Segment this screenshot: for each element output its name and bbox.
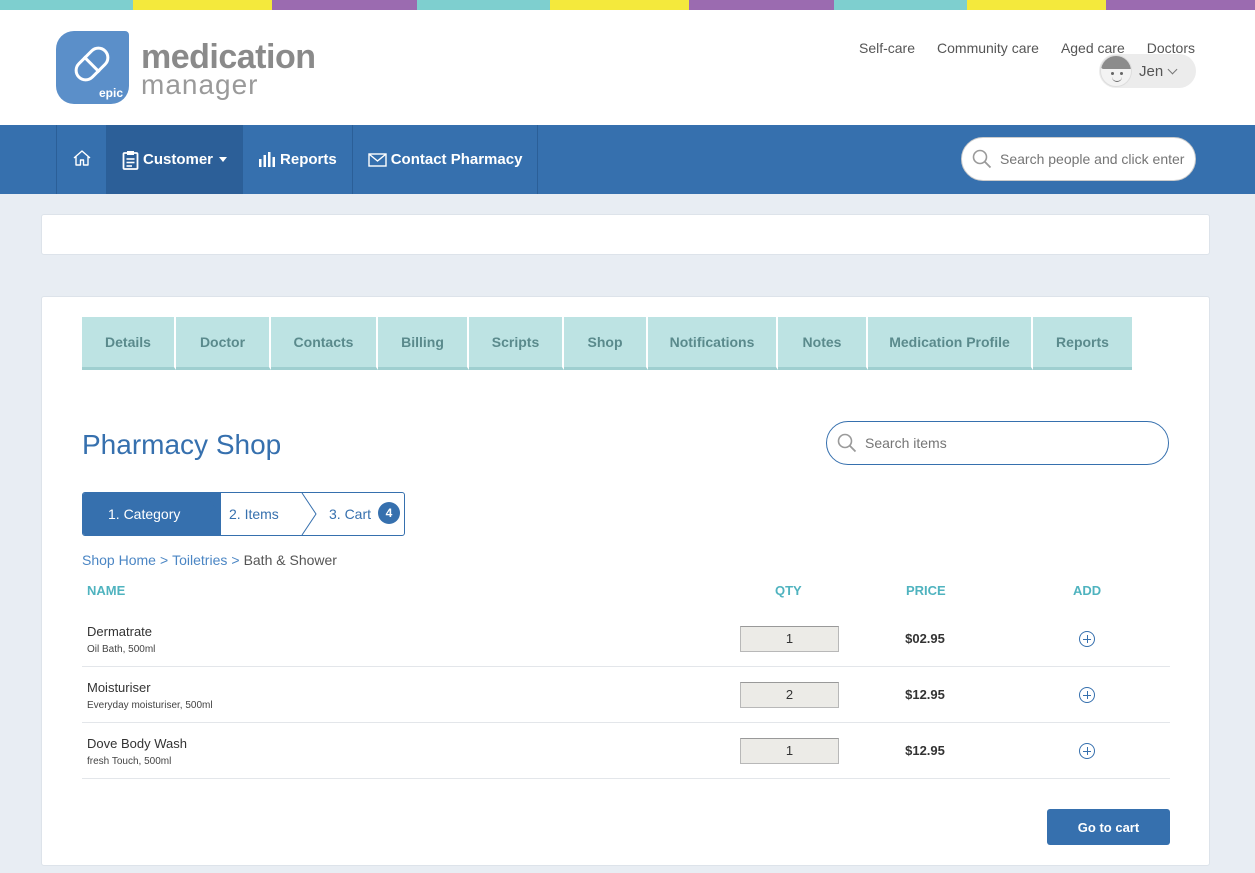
column-header-add: ADD	[1073, 583, 1102, 598]
quantity-field[interactable]: 2	[740, 682, 839, 708]
info-panel	[41, 214, 1210, 255]
add-plus-icon[interactable]	[1079, 743, 1095, 759]
shop-steps: 1. Category 2. Items 3. Cart 4	[82, 492, 405, 536]
color-stripe	[0, 0, 1255, 10]
tab-shop[interactable]: Shop	[564, 317, 648, 370]
item-price: $02.95	[905, 631, 945, 646]
table-row: Dermatrate Oil Bath, 500ml 1 $02.95	[82, 611, 1170, 667]
nav-contact-pharmacy[interactable]: Contact Pharmacy	[351, 125, 539, 194]
item-name: Dove Body Wash	[87, 736, 187, 751]
nav-customer[interactable]: Customer	[106, 125, 243, 194]
quantity-field[interactable]: 1	[740, 738, 839, 764]
go-to-cart-button[interactable]: Go to cart	[1047, 809, 1170, 845]
nav-reports[interactable]: Reports	[242, 125, 352, 194]
search-icon	[972, 149, 992, 169]
breadcrumb-shop-home[interactable]: Shop Home	[82, 552, 156, 568]
top-link-community-care[interactable]: Community care	[937, 40, 1039, 56]
breadcrumb-toiletries[interactable]: Toiletries	[172, 552, 227, 568]
tab-doctor[interactable]: Doctor	[176, 317, 271, 370]
item-description: fresh Touch, 500ml	[87, 756, 172, 767]
breadcrumb-current: Bath & Shower	[243, 552, 337, 568]
tab-billing[interactable]: Billing	[378, 317, 469, 370]
logo[interactable]: epic medication manager	[56, 31, 316, 106]
step-cart[interactable]: 3. Cart	[329, 493, 371, 535]
step-category[interactable]: 1. Category	[83, 493, 221, 535]
tab-medication-profile[interactable]: Medication Profile	[868, 317, 1033, 370]
tab-details[interactable]: Details	[82, 317, 176, 370]
caret-down-icon	[219, 157, 228, 162]
item-name: Dermatrate	[87, 624, 153, 639]
nav-customer-label: Customer	[143, 151, 214, 168]
header: epic medication manager Self-care Commun…	[0, 10, 1255, 125]
logo-text-manager: manager	[141, 69, 259, 100]
step-divider-icon	[301, 493, 317, 535]
bar-chart-icon	[258, 151, 276, 168]
item-search[interactable]	[826, 421, 1169, 465]
search-icon	[837, 433, 857, 453]
table-row: Moisturiser Everyday moisturiser, 500ml …	[82, 667, 1170, 723]
envelope-icon	[368, 152, 387, 167]
breadcrumb: Shop Home > Toiletries > Bath & Shower	[82, 552, 337, 568]
item-price: $12.95	[905, 743, 945, 758]
customer-panel	[41, 296, 1210, 866]
item-name: Moisturiser	[87, 680, 151, 695]
add-plus-icon[interactable]	[1079, 687, 1095, 703]
step-items[interactable]: 2. Items	[229, 493, 279, 535]
table-row: Dove Body Wash fresh Touch, 500ml 1 $12.…	[82, 723, 1170, 779]
column-header-name: NAME	[87, 583, 126, 598]
column-header-price: PRICE	[906, 583, 946, 598]
nav-home[interactable]	[56, 125, 106, 194]
tab-contacts[interactable]: Contacts	[271, 317, 378, 370]
pill-icon: epic	[56, 31, 129, 104]
item-description: Oil Bath, 500ml	[87, 644, 156, 655]
people-search-input[interactable]	[1000, 151, 1185, 167]
user-name: Jen	[1139, 62, 1164, 80]
nav-reports-label: Reports	[280, 151, 337, 168]
clipboard-icon	[122, 150, 139, 170]
logo-badge-text: epic	[98, 86, 123, 100]
tab-reports[interactable]: Reports	[1033, 317, 1132, 370]
top-link-self-care[interactable]: Self-care	[859, 40, 915, 56]
step-arrow	[203, 493, 221, 535]
avatar	[1100, 55, 1132, 87]
add-plus-icon[interactable]	[1079, 631, 1095, 647]
tab-notes[interactable]: Notes	[778, 317, 868, 370]
quantity-field[interactable]: 1	[740, 626, 839, 652]
tab-notifications[interactable]: Notifications	[648, 317, 778, 370]
item-search-input[interactable]	[865, 435, 1145, 451]
item-price: $12.95	[905, 687, 945, 702]
people-search[interactable]	[961, 137, 1196, 181]
cart-count-badge: 4	[378, 502, 400, 524]
item-description: Everyday moisturiser, 500ml	[87, 700, 213, 711]
chevron-down-icon	[1167, 64, 1178, 74]
tab-scripts[interactable]: Scripts	[469, 317, 564, 370]
home-icon	[72, 148, 92, 172]
nav-contact-pharmacy-label: Contact Pharmacy	[390, 151, 523, 168]
page-title: Pharmacy Shop	[82, 429, 282, 460]
user-menu[interactable]: Jen	[1099, 54, 1196, 88]
column-header-qty: QTY	[775, 583, 802, 598]
customer-tabs: Details Doctor Contacts Billing Scripts …	[82, 317, 1132, 370]
